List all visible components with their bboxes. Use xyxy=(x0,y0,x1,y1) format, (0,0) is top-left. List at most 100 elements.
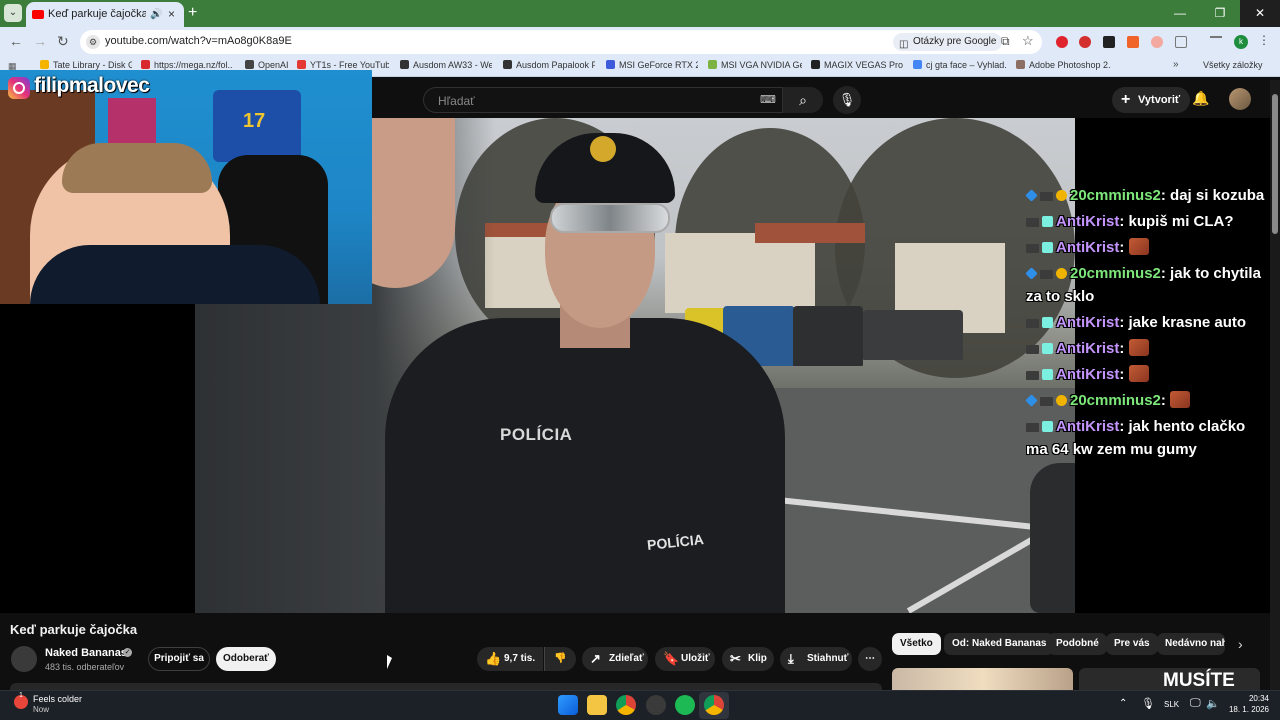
rek-badge-icon xyxy=(1040,192,1053,201)
extension-icon[interactable] xyxy=(1127,36,1139,48)
microphone-tray-icon[interactable]: 🎙 xyxy=(1141,697,1155,710)
channel-name[interactable]: Naked Bananas xyxy=(45,647,127,659)
chat-emote-icon xyxy=(1128,238,1149,255)
input-language[interactable]: SLK xyxy=(1164,700,1179,709)
back-button[interactable]: ← xyxy=(9,33,23,49)
search-input[interactable]: Hľadať ⌨ xyxy=(423,87,783,113)
chip-related[interactable]: Podobné xyxy=(1048,633,1107,655)
recommended-thumbnail[interactable]: MUSÍTE xyxy=(1079,668,1260,690)
officer-jacket xyxy=(385,318,785,613)
search-button[interactable]: ⌕ xyxy=(783,87,823,113)
subscribe-button[interactable]: Odoberať xyxy=(216,647,276,671)
tab-title: Keď parkuje čajočka - YouTube xyxy=(48,8,146,20)
bookmark-item[interactable]: https://mega.nz/fol... xyxy=(141,60,233,70)
url-text[interactable]: youtube.com/watch?v=mAo8g0K8a9E xyxy=(105,35,292,47)
tray-overflow-icon[interactable]: ⌃ xyxy=(1119,698,1127,709)
save-button[interactable]: 🔖 Uložiť xyxy=(655,647,715,671)
building xyxy=(665,233,815,313)
adblock-extension-icon[interactable] xyxy=(1079,36,1091,48)
chat-username: AntiKrist xyxy=(1056,418,1120,435)
weather-title[interactable]: Feels colder xyxy=(33,694,82,704)
keyboard-icon[interactable]: ⌨ xyxy=(760,93,776,106)
spotify-icon[interactable] xyxy=(675,695,695,715)
clock-time[interactable]: 20:34 xyxy=(1229,694,1269,703)
bookmark-item[interactable]: MSI GeForce RTX 20... xyxy=(606,60,698,70)
browser-tab-strip: ⌄ Keď parkuje čajočka - YouTube 🔊 × + — … xyxy=(0,0,1280,27)
windows-start-icon[interactable] xyxy=(558,695,578,715)
reading-list-icon[interactable] xyxy=(1210,36,1222,48)
all-bookmarks-button[interactable]: Všetky záložky xyxy=(1203,60,1263,70)
create-button[interactable]: + Vytvoriť xyxy=(1112,87,1191,113)
opera-extension-icon[interactable] xyxy=(1056,36,1068,48)
chip-for-you[interactable]: Pre vás xyxy=(1106,633,1158,655)
create-label: Vytvoriť xyxy=(1138,94,1181,106)
bookmark-item[interactable]: OpenAI xyxy=(245,60,295,70)
bookmark-item[interactable]: MAGIX VEGAS Pro 1... xyxy=(811,60,905,70)
join-button[interactable]: Pripojiť sa xyxy=(148,647,210,671)
more-actions-button[interactable]: ⋯ xyxy=(858,647,882,671)
bookmark-star-icon[interactable]: ☆ xyxy=(1022,33,1034,49)
chrome-menu-icon[interactable]: ⋮ xyxy=(1258,33,1270,47)
like-button[interactable]: 👍 9,7 tis. xyxy=(477,647,543,671)
bookmark-item[interactable]: YT1s - Free YouTub... xyxy=(297,60,389,70)
rek-badge-icon xyxy=(1026,371,1039,380)
chevron-right-icon[interactable]: › xyxy=(1238,636,1243,652)
description-box[interactable] xyxy=(10,683,882,690)
tab-youtube[interactable]: Keď parkuje čajočka - YouTube 🔊 × xyxy=(26,2,184,27)
chat-overlay: 20cmminus2: daj si kozuba AntiKrist: kupi… xyxy=(1025,184,1270,464)
scrollbar-thumb[interactable] xyxy=(1272,94,1278,234)
chip-all[interactable]: Všetko xyxy=(892,633,941,655)
bookmark-item[interactable]: Tate Library - Disk G... xyxy=(40,60,132,70)
forward-button[interactable]: → xyxy=(33,33,47,49)
twitch-badge-icon xyxy=(1042,421,1053,432)
clip-button[interactable]: ✂ Klip xyxy=(722,647,774,671)
recommended-thumbnail[interactable] xyxy=(892,668,1073,690)
streamer-hair xyxy=(62,143,212,193)
close-window-button[interactable]: ✕ xyxy=(1240,0,1280,27)
volume-icon[interactable]: 🔈 xyxy=(1206,697,1220,710)
page-scrollbar[interactable] xyxy=(1270,80,1280,690)
tab-close-icon[interactable]: × xyxy=(168,2,175,27)
reload-button[interactable]: ↻ xyxy=(57,33,69,50)
dislike-button[interactable]: 👎 xyxy=(544,647,576,671)
network-icon[interactable]: 🖵 xyxy=(1190,697,1201,710)
download-button[interactable]: ⤓ Stiahnuť xyxy=(780,647,852,671)
more-bookmarks-icon[interactable]: » xyxy=(1173,59,1179,70)
address-bar[interactable]: ⚙ youtube.com/watch?v=mAo8g0K8a9E ◫ Otáz… xyxy=(80,30,1042,54)
restore-button[interactable]: ❐ xyxy=(1200,0,1240,27)
new-tab-button[interactable]: + xyxy=(188,4,197,22)
speaker-icon[interactable]: 🔊 xyxy=(150,2,162,27)
bookmark-item[interactable]: Ausdom Papalook P... xyxy=(503,60,595,70)
tab-search-button[interactable]: ⌄ xyxy=(4,4,22,22)
weather-badge: 1 xyxy=(19,692,23,699)
minimize-button[interactable]: — xyxy=(1160,0,1200,27)
extension-icon[interactable] xyxy=(1151,36,1163,48)
chrome-profile-icon[interactable] xyxy=(704,695,724,715)
site-info-icon[interactable]: ⚙ xyxy=(86,35,100,49)
extension-icon[interactable] xyxy=(1103,36,1115,48)
channel-avatar[interactable] xyxy=(11,646,37,672)
install-app-icon[interactable]: ⧉ xyxy=(1001,34,1010,49)
chat-username: AntiKrist xyxy=(1056,213,1120,230)
profile-avatar[interactable]: k xyxy=(1234,35,1248,49)
bookmark-item[interactable]: Ausdom AW33 - We... xyxy=(400,60,492,70)
bookmark-favicon-icon xyxy=(606,60,615,69)
obs-icon[interactable] xyxy=(646,695,666,715)
sunglasses xyxy=(550,203,670,233)
google-lens-chip[interactable]: ◫ Otázky pre Google xyxy=(893,33,1003,51)
bookmark-icon: 🔖 xyxy=(663,651,680,666)
extensions-puzzle-icon[interactable] xyxy=(1175,36,1187,48)
chip-from-channel[interactable]: Od: Naked Bananas xyxy=(944,633,1055,655)
voice-search-button[interactable]: 🎙 xyxy=(833,86,861,114)
share-button[interactable]: ↗ Zdieľať xyxy=(582,647,648,671)
clock-date[interactable]: 18. 1. 2026 xyxy=(1223,705,1269,714)
bookmark-item[interactable]: Adobe Photoshop 2... xyxy=(1016,60,1110,70)
chat-username: AntiKrist xyxy=(1056,314,1120,331)
chrome-icon[interactable] xyxy=(616,695,636,715)
bookmark-item[interactable]: cj gta face – Vyhlad... xyxy=(913,60,1007,70)
chip-recently-uploaded[interactable]: Nedávno nahrané xyxy=(1157,633,1225,655)
notifications-bell-icon[interactable]: 🔔 xyxy=(1192,90,1209,107)
account-avatar[interactable] xyxy=(1229,88,1251,110)
file-explorer-icon[interactable] xyxy=(587,695,607,715)
bookmark-item[interactable]: MSI VGA NVIDIA Ge... xyxy=(708,60,802,70)
